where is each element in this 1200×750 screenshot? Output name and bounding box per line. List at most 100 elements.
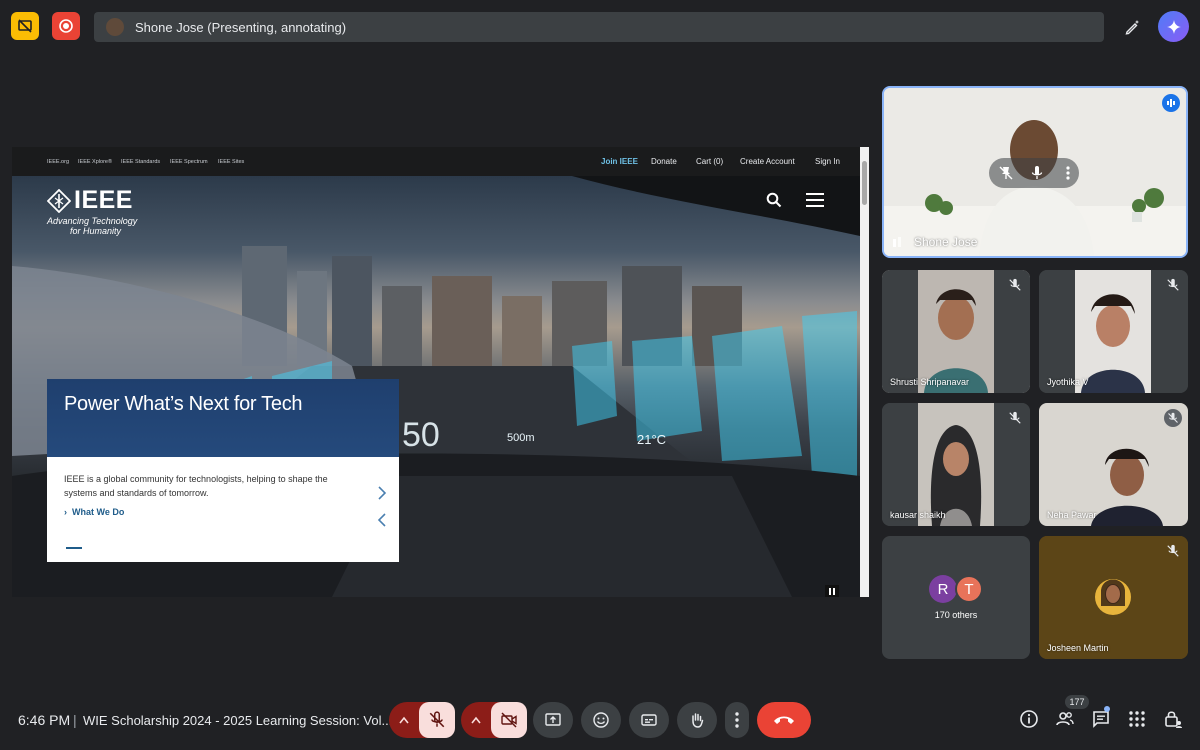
others-tile[interactable]: R T 170 others <box>882 536 1030 659</box>
participant-tile[interactable]: Neha Pawar <box>1039 403 1188 526</box>
more-options-button[interactable] <box>1060 165 1076 181</box>
join-ieee-link[interactable]: Join IEEE <box>601 157 638 166</box>
ieee-diamond-icon <box>47 188 71 213</box>
activities-button[interactable] <box>1126 708 1148 730</box>
clock: 6:46 PM <box>18 712 71 728</box>
ieee-tagline-1: Advancing Technology <box>47 216 138 226</box>
pin-button[interactable] <box>998 165 1014 181</box>
people-count: 177 <box>1069 697 1085 707</box>
annotate-button[interactable] <box>1117 12 1147 42</box>
scrollbar-thumb[interactable] <box>862 161 867 205</box>
present-off-icon <box>18 19 32 33</box>
presenter-avatar <box>106 18 124 36</box>
hamburger-menu-icon <box>806 193 824 207</box>
carousel-progress <box>66 547 82 549</box>
gemini-sparkle-icon <box>1166 19 1181 34</box>
hud-distance: 500m <box>507 432 535 444</box>
presenter-banner: Shone Jose (Presenting, annotating) <box>94 12 1104 42</box>
video-pause-button[interactable] <box>825 585 839 597</box>
host-controls-button[interactable] <box>1162 708 1184 730</box>
ieee-tagline-2: for Humanity <box>70 226 122 236</box>
people-button[interactable] <box>1054 708 1076 730</box>
chevron-right-icon: › <box>64 507 67 517</box>
present-to-all-icon <box>545 713 561 726</box>
people-count-badge: 177 <box>1065 695 1089 709</box>
mic-off-icon <box>429 711 445 728</box>
audio-level-icon <box>1167 99 1175 107</box>
participant-name: Josheen Martin <box>1047 643 1109 653</box>
search-icon <box>766 192 782 208</box>
closed-captions-icon <box>641 714 657 726</box>
sign-in-link[interactable]: Sign In <box>815 157 840 166</box>
presenting-icon <box>892 236 904 248</box>
participant-tile[interactable]: kausar shaikh <box>882 403 1030 526</box>
carousel-next-button[interactable] <box>377 486 387 500</box>
participant-tile[interactable]: Jyothika V <box>1039 270 1188 393</box>
separator: | <box>73 712 77 728</box>
stop-presenting-button[interactable] <box>11 12 39 40</box>
more-vert-icon <box>1066 166 1070 180</box>
meeting-details-button[interactable] <box>1018 708 1040 730</box>
people-icon <box>1056 712 1074 726</box>
nav-link-sites[interactable]: IEEE Sites <box>218 159 244 165</box>
avatar: R <box>929 575 957 603</box>
chevron-left-icon <box>377 513 386 527</box>
mic-options-button[interactable] <box>389 716 419 724</box>
mic-off-icon <box>1166 278 1180 292</box>
avatar-initial: R <box>937 580 949 598</box>
carousel-prev-button[interactable] <box>377 513 387 527</box>
captions-button[interactable] <box>629 702 669 738</box>
participant-tile[interactable]: Shrusti Shripanavar <box>882 270 1030 393</box>
hero-card: Power What’s Next for Tech IEEE is a glo… <box>47 379 399 562</box>
gemini-button[interactable] <box>1158 11 1189 42</box>
nav-link-ieee-org[interactable]: IEEE.org <box>47 159 69 165</box>
nav-link-spectrum[interactable]: IEEE Spectrum <box>170 159 208 165</box>
hero-title: Power What’s Next for Tech <box>64 393 303 415</box>
reactions-button[interactable] <box>581 702 621 738</box>
what-we-do-link[interactable]: › What We Do <box>64 507 124 517</box>
participant-tile[interactable]: Josheen Martin <box>1039 536 1188 659</box>
camera-options-button[interactable] <box>461 716 491 724</box>
emoji-icon <box>593 712 609 728</box>
hud-speed: 50 <box>402 416 440 454</box>
videocam-off-icon <box>501 712 517 728</box>
raise-hand-button[interactable] <box>677 702 717 738</box>
participant-name: Shone Jose <box>914 235 978 249</box>
more-options-button[interactable] <box>725 702 749 738</box>
lock-person-icon <box>1165 711 1182 728</box>
cart-link[interactable]: Cart (0) <box>696 157 723 166</box>
info-icon <box>1020 710 1038 728</box>
pause-icon <box>829 588 835 595</box>
mute-participant-button[interactable] <box>1029 165 1045 181</box>
donate-link[interactable]: Donate <box>651 157 677 166</box>
avatar: T <box>955 575 983 603</box>
mic-control-group <box>389 702 455 738</box>
nav-link-standards[interactable]: IEEE Standards <box>121 159 160 165</box>
hand-icon <box>692 713 704 728</box>
create-account-link[interactable]: Create Account <box>740 157 795 166</box>
participant-name: Neha Pawar <box>1047 510 1097 520</box>
microphone-toggle-button[interactable] <box>419 702 455 738</box>
chevron-up-icon <box>399 716 409 724</box>
chevron-right-icon <box>378 486 387 500</box>
microphone-icon <box>1031 166 1043 179</box>
recording-button[interactable] <box>52 12 80 40</box>
page-scrollbar[interactable] <box>860 147 869 597</box>
apps-grid-icon <box>1129 711 1145 727</box>
site-search-button[interactable] <box>766 192 782 208</box>
site-menu-button[interactable] <box>806 193 824 207</box>
chat-icon <box>1093 711 1109 728</box>
camera-toggle-button[interactable] <box>491 702 527 738</box>
pen-sparkle-icon <box>1125 20 1139 35</box>
participant-tile-main[interactable]: Shone Jose <box>882 86 1188 258</box>
what-we-do-label: What We Do <box>72 507 125 517</box>
hero-card-header: Power What’s Next for Tech <box>47 379 399 457</box>
camera-control-group <box>461 702 527 738</box>
leave-call-button[interactable] <box>757 702 811 738</box>
hud-temperature: 21°C <box>637 432 666 447</box>
hero-video: 50 500m 21°C IEEE Advancing Technology f… <box>12 176 860 597</box>
ieee-logo[interactable]: IEEE Advancing Technology for Humanity <box>47 186 157 236</box>
nav-link-xplore[interactable]: IEEE Xplore® <box>78 159 112 165</box>
present-screen-button[interactable] <box>533 702 573 738</box>
record-icon <box>59 19 73 33</box>
